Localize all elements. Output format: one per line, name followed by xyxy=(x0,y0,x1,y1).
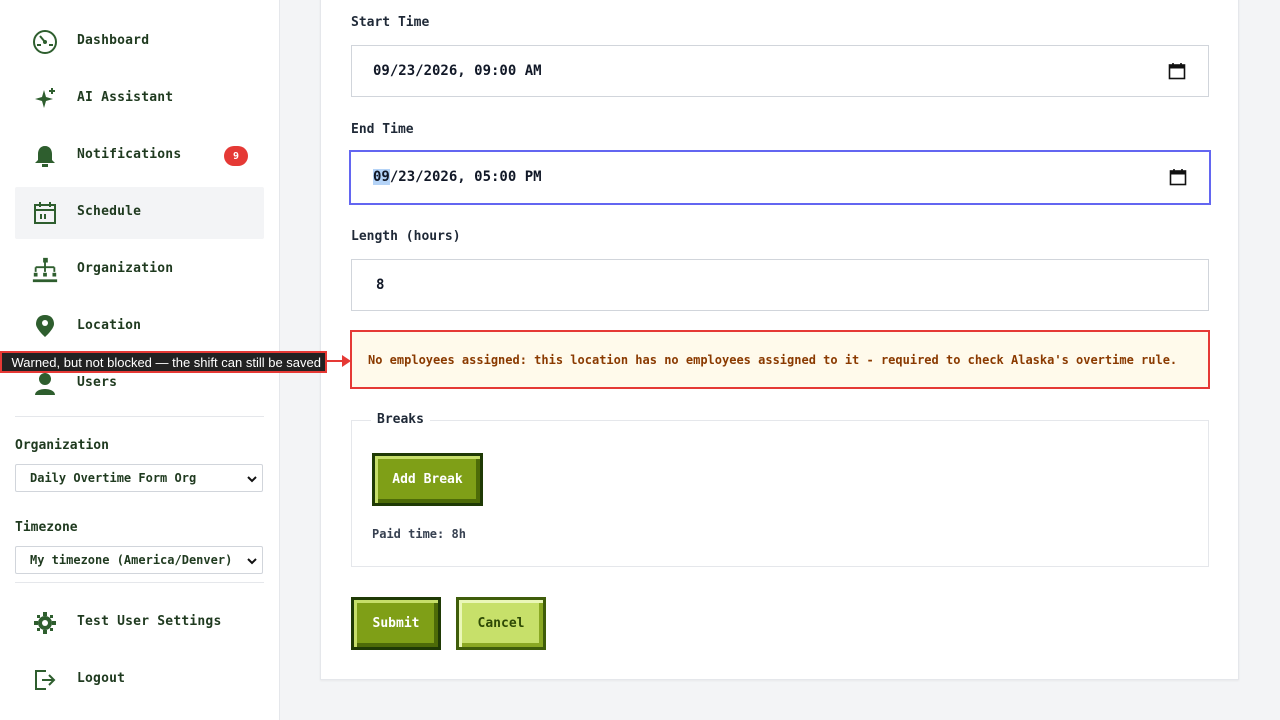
sidebar-item-schedule[interactable]: Schedule xyxy=(15,187,264,239)
annotation-callout: Warned, but not blocked — the shift can … xyxy=(0,351,327,373)
breaks-legend: Breaks xyxy=(371,412,430,427)
organization-select-value: Daily Overtime Form Org xyxy=(30,471,197,485)
start-time-input[interactable]: 09/23/2026, 09:00 AM xyxy=(351,45,1209,97)
start-time-label: Start Time xyxy=(351,15,430,30)
end-time-input[interactable]: 09/23/2026, 05:00 PM xyxy=(349,150,1211,205)
map-pin-icon xyxy=(31,313,59,341)
sidebar-item-settings[interactable]: Test User Settings xyxy=(15,597,264,649)
sidebar-item-label: Notifications xyxy=(77,147,182,162)
sidebar-item-label: Users xyxy=(77,375,118,390)
logout-icon xyxy=(31,666,59,694)
timezone-label: Timezone xyxy=(15,520,78,535)
org-chart-icon xyxy=(31,256,59,284)
sidebar-item-location[interactable]: Location xyxy=(15,301,264,353)
sidebar-item-label: Organization xyxy=(77,261,174,276)
length-input[interactable]: 8 xyxy=(351,259,1209,311)
sparkle-icon xyxy=(31,85,59,113)
calendar-picker-icon[interactable] xyxy=(1168,62,1186,84)
end-time-value: 09/23/2026, 05:00 PM xyxy=(373,169,542,185)
sidebar-divider xyxy=(15,416,264,417)
sidebar-item-label: AI Assistant xyxy=(77,90,174,105)
sidebar-item-ai-assistant[interactable]: AI Assistant xyxy=(15,73,264,125)
annotation-arrow-head xyxy=(342,355,351,367)
end-time-label: End Time xyxy=(351,122,414,137)
end-time-selected-segment: 09 xyxy=(373,169,390,185)
length-label: Length (hours) xyxy=(351,229,461,244)
sidebar-item-label: Test User Settings xyxy=(77,614,222,629)
calendar-icon xyxy=(31,199,59,227)
gear-icon xyxy=(31,609,59,637)
sidebar-item-logout[interactable]: Logout xyxy=(15,654,264,706)
sidebar-item-label: Logout xyxy=(77,671,126,686)
start-time-value: 09/23/2026, 09:00 AM xyxy=(373,63,542,79)
calendar-picker-icon[interactable] xyxy=(1169,168,1187,190)
notification-count-badge: 9 xyxy=(224,146,248,166)
length-value: 8 xyxy=(376,277,385,293)
sidebar-divider xyxy=(15,582,264,583)
sidebar-item-label: Location xyxy=(77,318,142,333)
chevron-down-icon xyxy=(246,555,258,569)
organization-label: Organization xyxy=(15,438,109,453)
paid-time-text: Paid time: 8h xyxy=(372,527,466,541)
dashboard-icon xyxy=(31,28,59,56)
user-icon xyxy=(31,370,59,398)
sidebar-item-organization[interactable]: Organization xyxy=(15,244,264,296)
no-employees-warning: No employees assigned: this location has… xyxy=(350,330,1210,389)
organization-select[interactable]: Daily Overtime Form Org xyxy=(15,464,263,492)
end-time-value-rest: /23/2026, 05:00 PM xyxy=(389,169,542,185)
sidebar-item-dashboard[interactable]: Dashboard xyxy=(15,16,264,68)
cancel-button[interactable]: Cancel xyxy=(456,597,546,650)
bell-icon xyxy=(31,142,59,170)
timezone-select-value: My timezone (America/Denver) xyxy=(30,553,233,567)
chevron-down-icon xyxy=(246,473,258,487)
add-break-button[interactable]: Add Break xyxy=(372,453,483,506)
submit-button[interactable]: Submit xyxy=(351,597,441,650)
sidebar-item-notifications[interactable]: Notifications 9 xyxy=(15,130,264,182)
annotation-arrow xyxy=(327,360,343,362)
sidebar-item-label: Schedule xyxy=(77,204,142,219)
timezone-select[interactable]: My timezone (America/Denver) xyxy=(15,546,263,574)
sidebar-item-label: Dashboard xyxy=(77,33,150,48)
